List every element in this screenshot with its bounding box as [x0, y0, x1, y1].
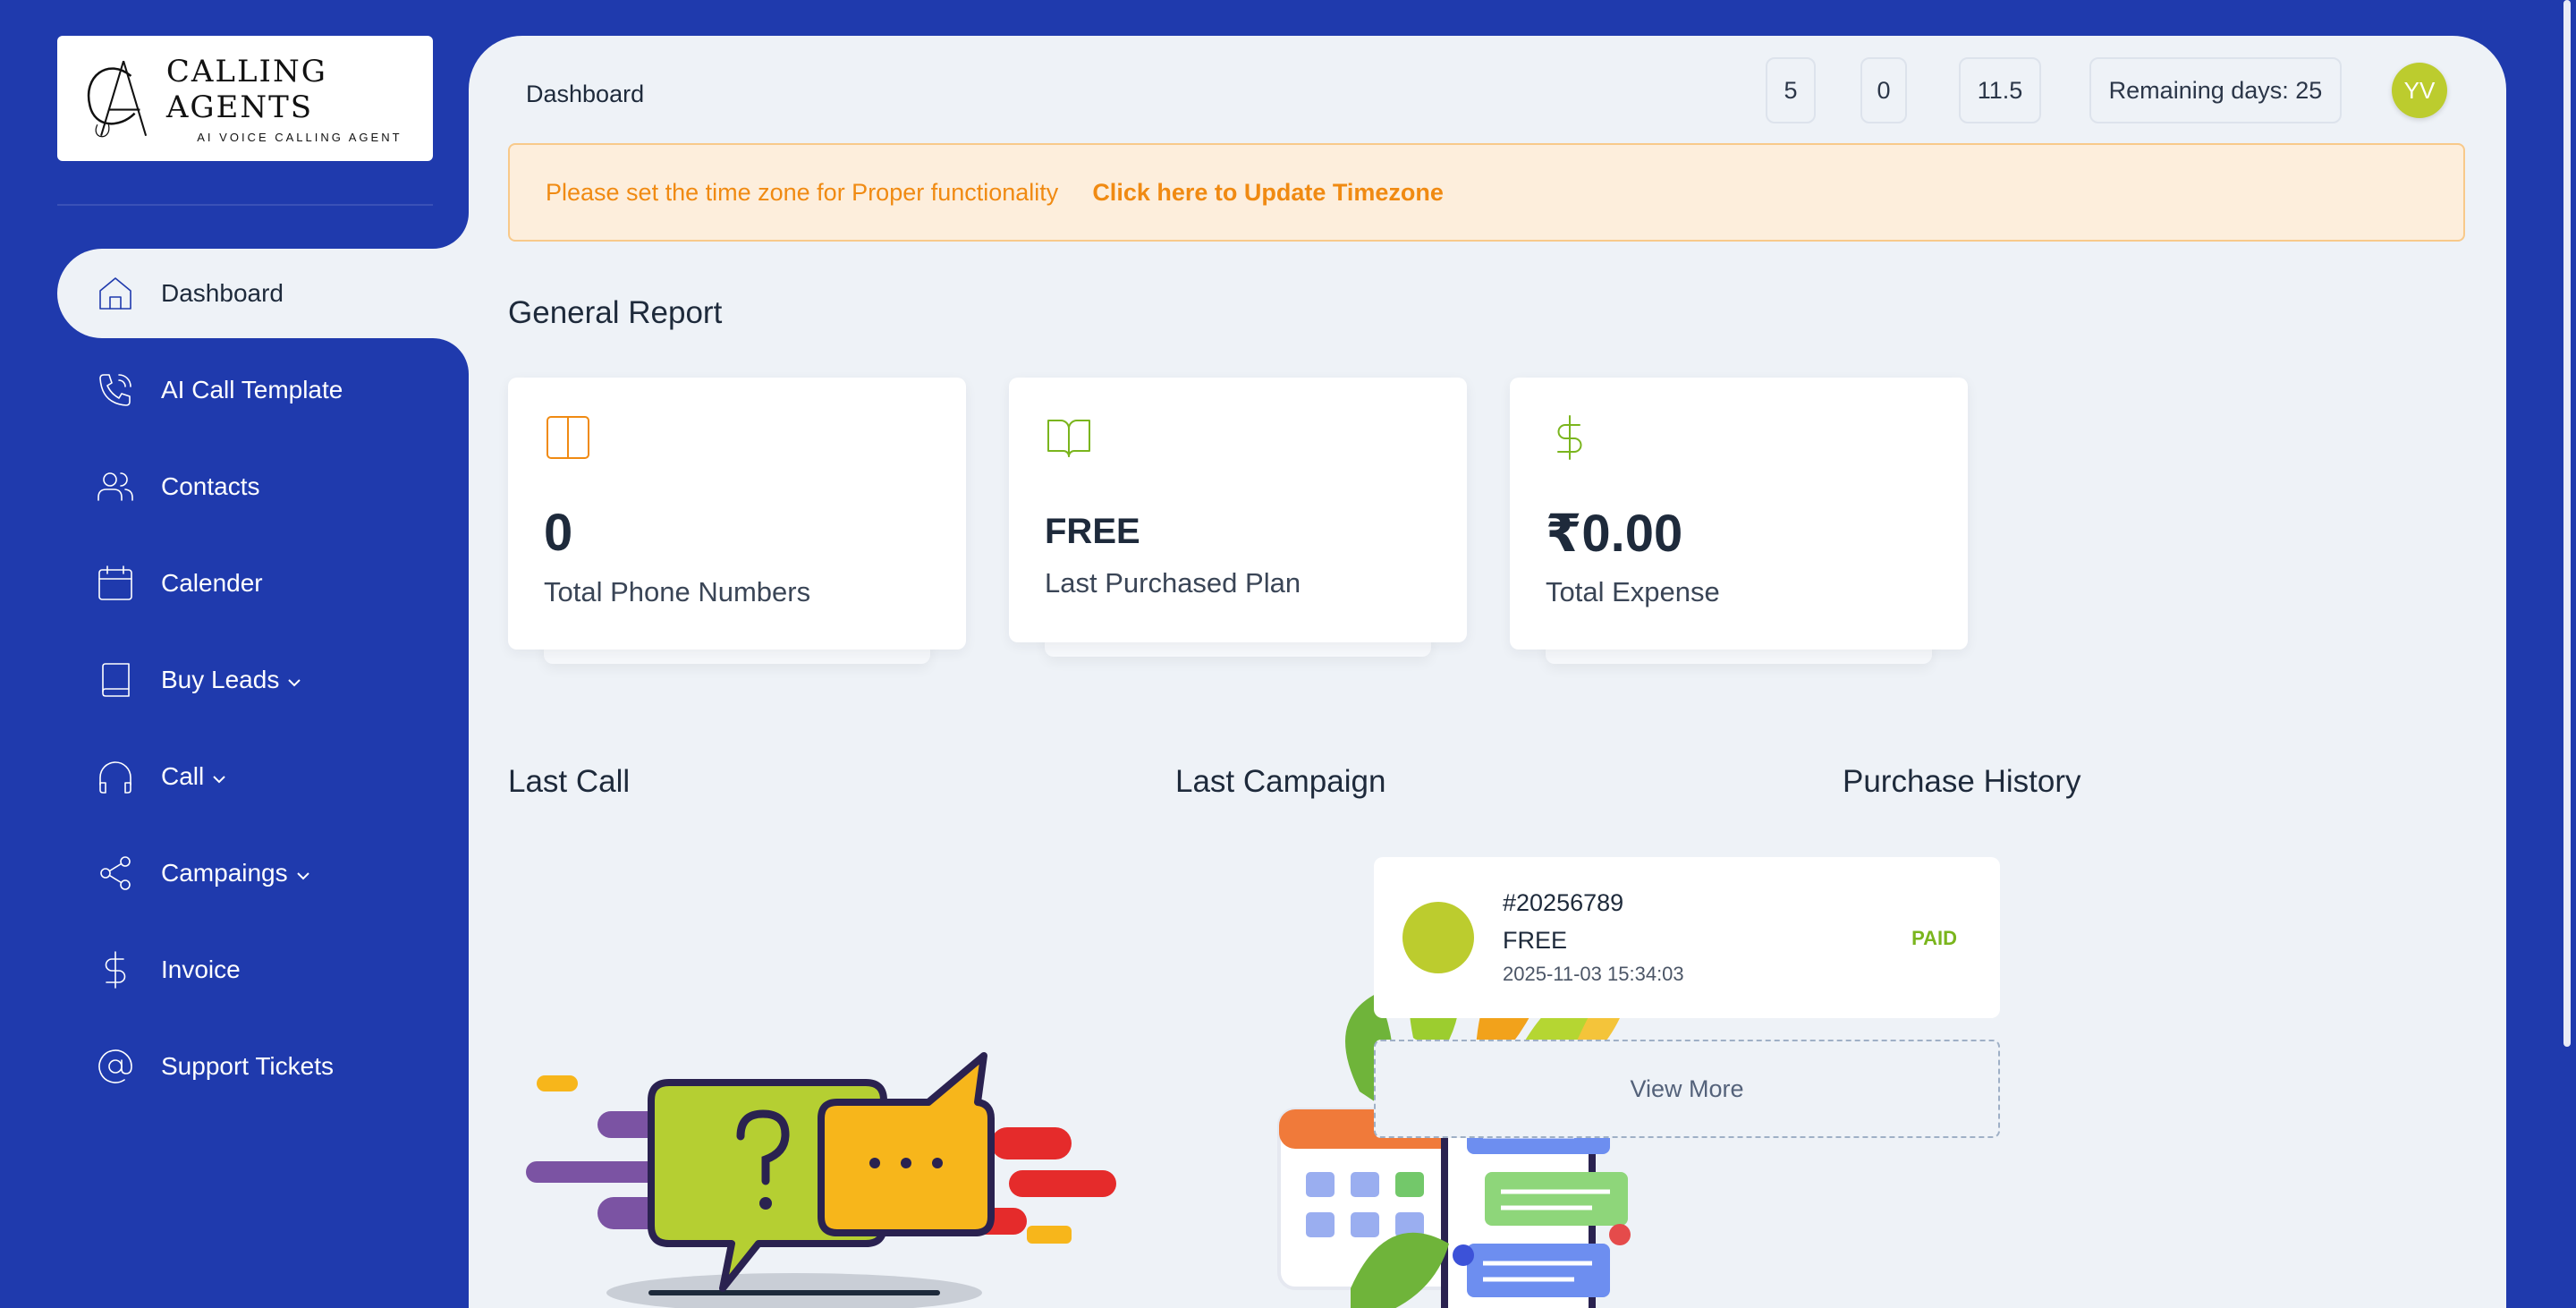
card-value: FREE	[1045, 512, 1140, 551]
sidebar-item-calender[interactable]: Calender	[57, 539, 469, 628]
card-label: Total Expense	[1546, 576, 1720, 607]
book-icon	[93, 658, 138, 702]
calendar-icon	[93, 561, 138, 606]
breadcrumb: Dashboard	[526, 81, 645, 107]
card-label: Last Purchased Plan	[1045, 567, 1301, 599]
purchase-plan: FREE	[1503, 927, 1568, 954]
stat-card-last-plan[interactable]: FREE Last Purchased Plan	[1009, 378, 1467, 642]
sidebar-item-invoice[interactable]: Invoice	[57, 925, 469, 1015]
update-timezone-link[interactable]: Click here to Update Timezone	[1092, 179, 1444, 207]
sidebar-item-label: Call	[161, 762, 205, 790]
purchase-history-title: Purchase History	[1843, 764, 2081, 799]
view-more-button[interactable]: View More	[1374, 1040, 2000, 1138]
sidebar-item-ai-call-template[interactable]: AI Call Template	[57, 345, 469, 435]
brand-logo[interactable]: CALLING AGENTS AI VOICE CALLING AGENT	[57, 36, 433, 161]
dollar-icon	[93, 947, 138, 992]
sidebar-item-buy-leads[interactable]: Buy Leads	[57, 635, 469, 725]
sidebar-item-label: Calender	[161, 569, 263, 597]
remaining-days-badge[interactable]: Remaining days: 25	[2089, 57, 2342, 123]
sidebar-item-label: Campaings	[161, 859, 288, 887]
users-icon	[93, 464, 138, 509]
sidebar-item-dashboard[interactable]: Dashboard	[57, 249, 469, 338]
headphones-icon	[93, 754, 138, 799]
logo-subtitle: AI VOICE CALLING AGENT	[197, 130, 402, 144]
stat-card-total-expense[interactable]: ₹0.00 Total Expense	[1510, 378, 1968, 650]
sidebar-item-call[interactable]: Call	[57, 732, 469, 821]
sidebar-item-contacts[interactable]: Contacts	[57, 442, 469, 531]
dollar-icon	[1546, 413, 1594, 462]
purchase-id: #20256789	[1503, 889, 1624, 916]
share-icon	[93, 851, 138, 896]
alert-message: Please set the time zone for Proper func…	[546, 178, 1059, 206]
purchase-status-badge: PAID	[1911, 927, 1957, 949]
sidebar-divider	[57, 204, 433, 206]
user-avatar[interactable]: YV	[2392, 63, 2447, 118]
purchase-history-item[interactable]: #20256789 FREE 2025-11-03 15:34:03 PAID	[1374, 857, 2000, 1018]
chevron-down-icon	[284, 670, 304, 690]
sidebar-item-label: Dashboard	[161, 279, 284, 307]
general-report-title: General Report	[508, 295, 723, 330]
stat-chip-3[interactable]: 11.5	[1959, 57, 2041, 123]
stat-card-phone-numbers[interactable]: 0 Total Phone Numbers	[508, 378, 966, 650]
sidebar-item-label: Contacts	[161, 472, 260, 500]
sidebar-item-label: Buy Leads	[161, 666, 280, 693]
stat-chip-2[interactable]: 0	[1860, 57, 1907, 123]
chevron-down-icon	[293, 863, 313, 883]
sidebar-item-label: Invoice	[161, 956, 241, 983]
sidebar-item-label: AI Call Template	[161, 376, 343, 403]
home-icon	[93, 271, 138, 316]
chevron-down-icon	[209, 767, 229, 786]
timezone-alert: Please set the time zone for Proper func…	[508, 143, 2465, 242]
purchase-avatar	[1402, 902, 1474, 973]
active-curve-top	[433, 204, 469, 249]
sidebar-item-campaings[interactable]: Campaings	[57, 828, 469, 918]
sidebar-item-label: Support Tickets	[161, 1052, 334, 1080]
logo-title: CALLING AGENTS	[165, 53, 327, 125]
purchase-date: 2025-11-03 15:34:03	[1503, 963, 1684, 985]
last-campaign-title: Last Campaign	[1175, 764, 1386, 799]
card-value: ₹0.00	[1546, 505, 1683, 563]
main-panel: Dashboard 5 0 11.5 Remaining days: 25 YV…	[469, 36, 2506, 1308]
sidebar-item-support-tickets[interactable]: Support Tickets	[57, 1022, 469, 1111]
stat-chip-1[interactable]: 5	[1766, 57, 1816, 123]
last-call-title: Last Call	[508, 764, 631, 799]
phone-call-icon	[93, 368, 138, 412]
card-label: Total Phone Numbers	[544, 576, 811, 607]
card-value: 0	[544, 504, 573, 562]
page-scrollbar[interactable]	[2563, 0, 2571, 1047]
columns-icon	[544, 413, 592, 462]
chat-bubbles-illustration	[526, 1052, 1116, 1308]
book-open-icon	[1045, 413, 1093, 462]
at-sign-icon	[93, 1044, 138, 1089]
logo-monogram-icon	[87, 60, 148, 138]
